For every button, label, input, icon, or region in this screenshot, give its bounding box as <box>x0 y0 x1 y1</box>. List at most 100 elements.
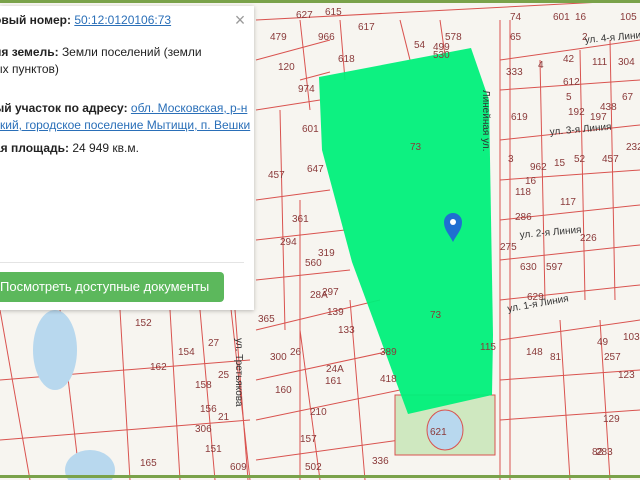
parcel-number: 306 <box>195 424 212 435</box>
parcel-number: 120 <box>278 62 295 73</box>
parcel-number: 73 <box>410 142 422 153</box>
parcel-number: 257 <box>604 352 621 363</box>
parcel-number: 15 <box>554 158 566 169</box>
land-category-value: Земли поселений (земли <box>61 45 202 59</box>
parcel-number: 609 <box>230 462 247 473</box>
parcel-number: 647 <box>307 164 324 175</box>
parcel-number: 54 <box>414 40 426 51</box>
divider <box>0 262 244 263</box>
parcel-number: 457 <box>268 170 285 181</box>
parcel-number: 210 <box>310 407 327 418</box>
parcel-number: 286 <box>515 212 532 223</box>
parcel-number: 275 <box>500 242 517 253</box>
area-value: 24 949 кв.м. <box>72 141 139 155</box>
parcel-number: 612 <box>563 77 580 88</box>
parcel-number: 5 <box>566 92 572 103</box>
parcel-number: 621 <box>430 427 447 438</box>
parcel-number: 133 <box>338 325 355 336</box>
parcel-number: 21 <box>218 412 230 423</box>
map-frame-top <box>0 0 640 3</box>
parcel-line <box>559 319 571 480</box>
parcel-number: 139 <box>327 307 344 318</box>
parcel-number: 74 <box>510 12 522 23</box>
parcel-number: 336 <box>372 456 389 467</box>
parcel-number: 81 <box>550 352 562 363</box>
parcel-number: 226 <box>580 233 597 244</box>
street-label: ул. 2-я Линия <box>519 225 582 241</box>
parcel-number: 333 <box>506 67 523 78</box>
parcel-number: 615 <box>325 7 342 18</box>
street-label: Линейная ул. <box>480 90 491 152</box>
parcel-number: 49 <box>597 337 609 348</box>
parcel-number: 156 <box>200 404 217 415</box>
parcel-number: 26 <box>290 347 302 358</box>
parcel-number: 117 <box>560 197 576 208</box>
parcel-number: 4 <box>538 60 544 71</box>
parcel-number: 162 <box>150 362 167 373</box>
parcel-number: 118 <box>515 187 531 198</box>
parcel-number: 52 <box>574 154 586 165</box>
parcel-number: 24А <box>326 364 344 375</box>
parcel-number: 294 <box>280 237 297 248</box>
parcel-number: 154 <box>178 347 195 358</box>
street-label: ул. 4-я Линия <box>584 30 640 46</box>
parcel-number: 67 <box>622 92 634 103</box>
parcel-number: 151 <box>205 444 222 455</box>
parcel-number: 129 <box>603 414 620 425</box>
parcel-number: 161 <box>325 376 342 387</box>
parcel-number: 123 <box>618 370 635 381</box>
parcel-line <box>255 99 321 111</box>
parcel-number: 962 <box>530 162 547 173</box>
parcel-number: 105 <box>620 12 637 23</box>
parcel-number: 25 <box>218 370 230 381</box>
address-label: ый участок по адресу: <box>0 101 128 115</box>
parcel-number: 160 <box>275 385 292 396</box>
parcel-line <box>119 309 131 480</box>
parcel-line <box>499 284 640 301</box>
parcel-number: 148 <box>526 347 543 358</box>
selected-parcel-polygon[interactable] <box>319 48 493 414</box>
parcel-number: 560 <box>305 258 322 269</box>
parcel-number: 966 <box>318 32 335 43</box>
street-label: ул. Третьякова <box>233 338 244 407</box>
parcel-line <box>255 39 331 61</box>
area-row: ая площадь: 24 949 кв.м. <box>0 140 139 157</box>
parcel-number: 16 <box>575 12 587 23</box>
parcel-number: 601 <box>553 12 570 23</box>
parcel-line <box>579 49 586 301</box>
view-documents-button[interactable]: Посмотреть доступные документы <box>0 272 224 302</box>
parcel-number: 192 <box>568 107 585 118</box>
land-category-row: ия земель: Земли поселений (земли <box>0 44 202 61</box>
cadastral-number-link[interactable]: 50:12:0120106:73 <box>74 13 171 27</box>
parcel-number: 42 <box>563 54 575 65</box>
parcel-number: 499 <box>433 42 450 53</box>
parcel-number: 457 <box>602 154 619 165</box>
parcel-line <box>0 309 31 480</box>
parcel-number: 115 <box>480 342 496 353</box>
address-link[interactable]: обл. Московская, р-н <box>131 101 247 115</box>
parcel-number: 3 <box>508 154 514 165</box>
cadastral-number-row: овый номер: 50:12:0120106:73 <box>0 12 171 29</box>
area-label: ая площадь: <box>0 141 69 155</box>
parcel-number: 479 <box>270 32 287 43</box>
cadastral-number-label: овый номер: <box>0 13 71 27</box>
parcel-number: 300 <box>270 352 287 363</box>
address-link-cont[interactable]: ский, городское поселение Мытищи, п. Веш… <box>0 118 250 132</box>
land-category-value-cont: ых пунктов) <box>0 62 59 76</box>
parcel-number: 232 <box>626 142 640 153</box>
parcel-number: 165 <box>140 458 157 469</box>
parcel-number: 82 <box>592 447 604 458</box>
close-icon[interactable]: × <box>232 11 248 29</box>
parcel-number: 974 <box>298 84 315 95</box>
parcel-line <box>399 19 411 61</box>
parcel-number: 627 <box>296 10 313 21</box>
parcel-line <box>255 189 331 201</box>
parcel-number: 103 <box>623 332 640 343</box>
parcel-line <box>609 39 616 301</box>
pond <box>33 310 77 390</box>
parcel-number: 597 <box>546 262 563 273</box>
parcel-line <box>539 59 546 301</box>
parcel-number: 365 <box>258 314 275 325</box>
map-frame-bottom <box>0 475 640 478</box>
street-label: ул. 3-я Линия <box>549 122 612 138</box>
